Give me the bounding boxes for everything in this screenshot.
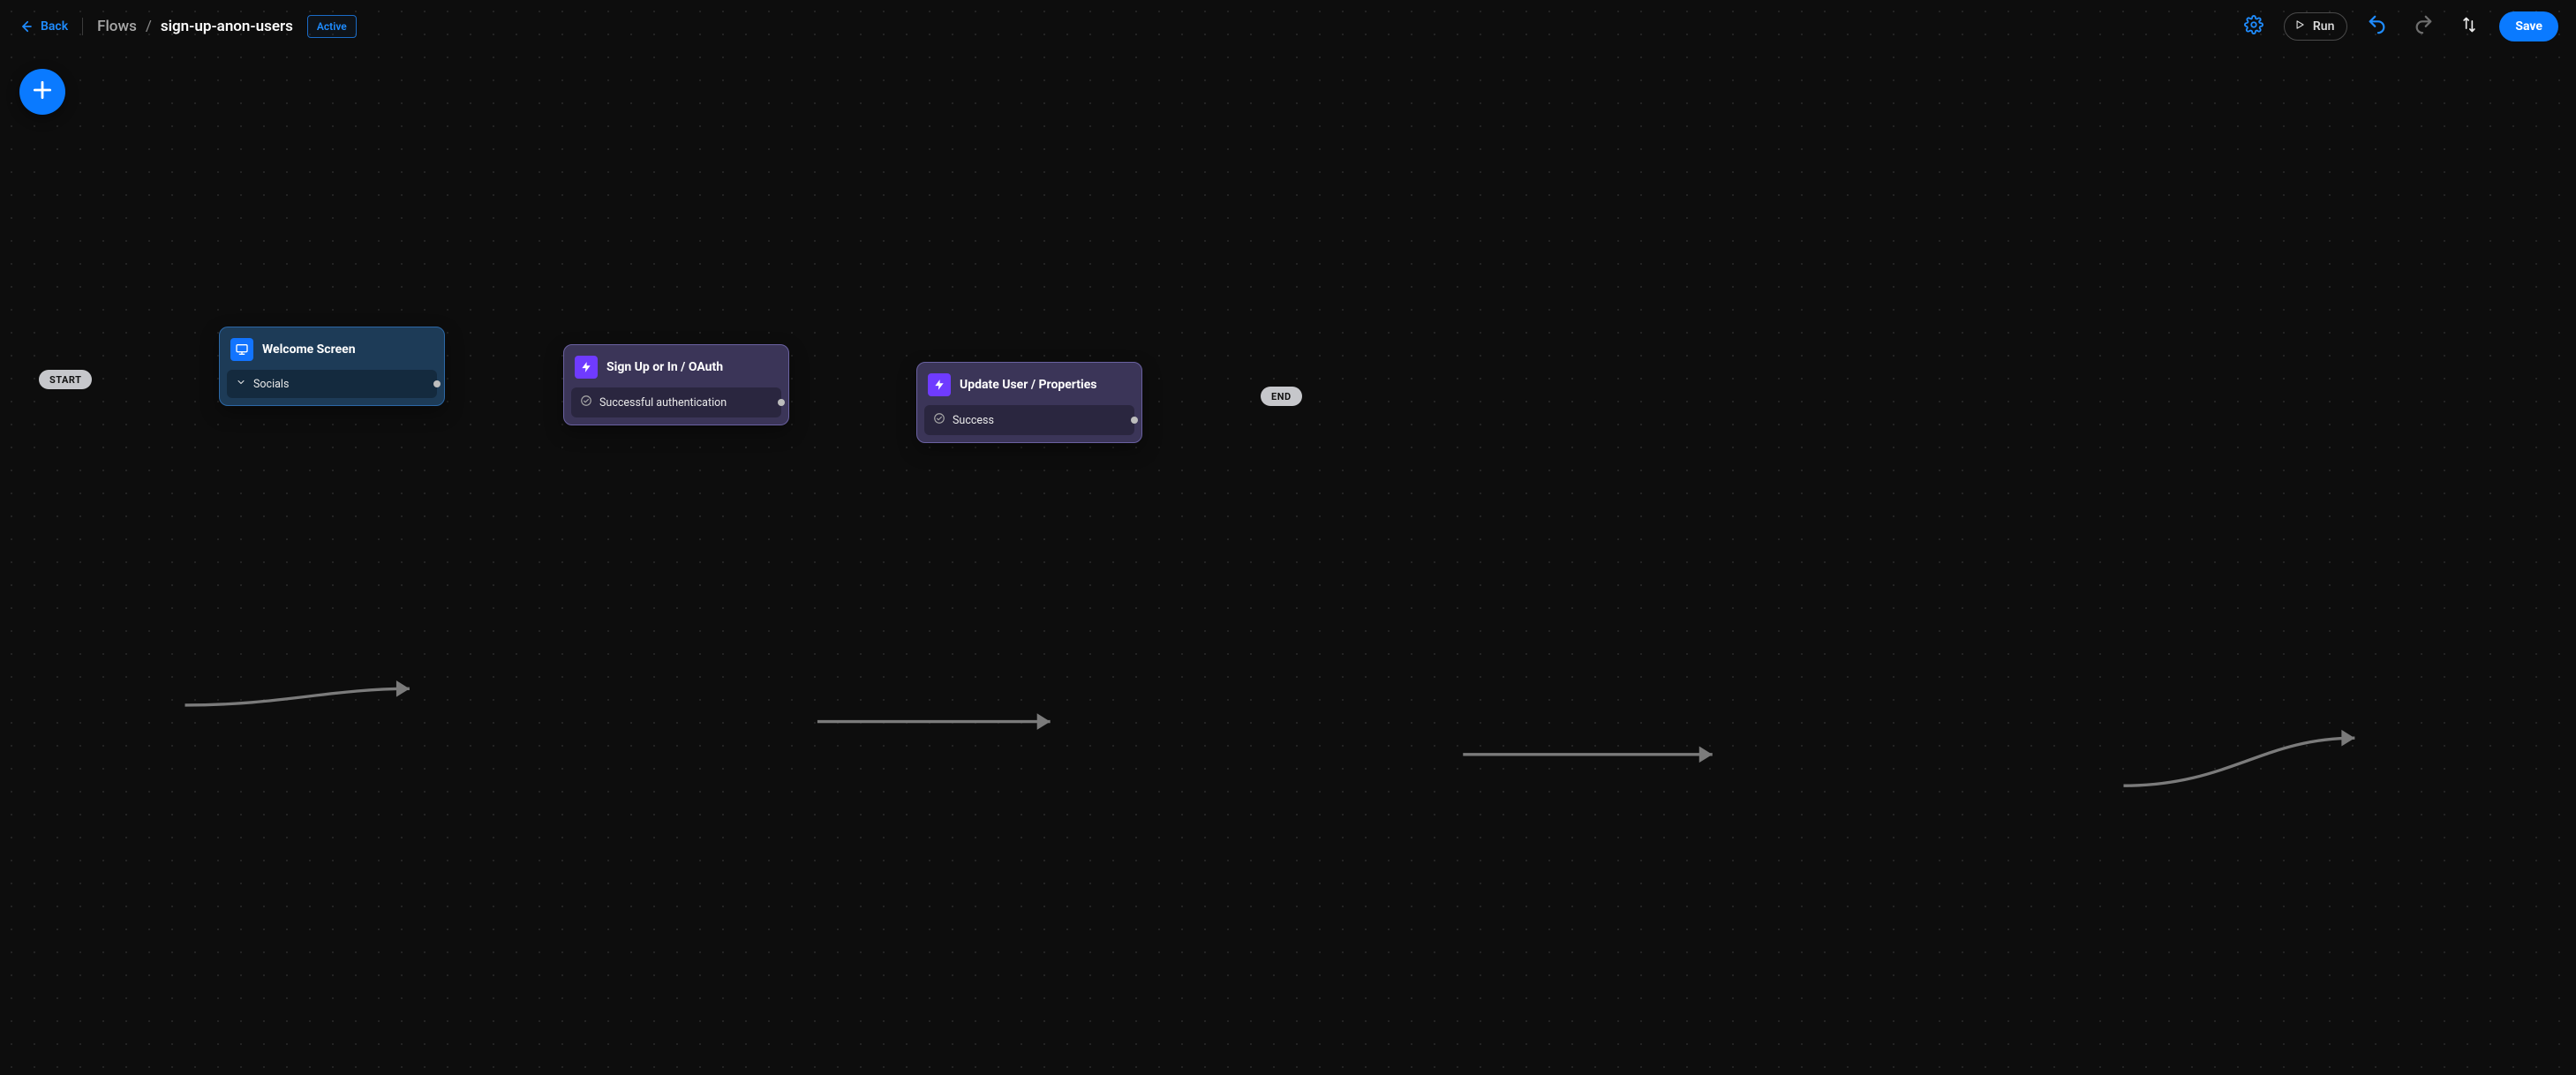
node-output-socials[interactable]: Socials [227,370,437,398]
lightning-icon [928,373,951,396]
flow-canvas[interactable]: START END Welcome Screen Socials Sign Up… [0,0,2576,1075]
row-label: Success [953,414,994,427]
node-output-success[interactable]: Success [924,405,1134,435]
node-welcome-screen[interactable]: Welcome Screen Socials [219,327,445,406]
node-signup-oauth[interactable]: Sign Up or In / OAuth Successful authent… [563,344,789,425]
edge-layer [0,0,2576,1075]
run-label: Run [2313,19,2335,34]
breadcrumb: Flows / sign-up-anon-users [97,18,293,35]
row-label: Socials [253,378,289,391]
add-node-button[interactable] [19,69,65,115]
node-title: Welcome Screen [262,342,356,357]
back-label: Back [41,19,68,34]
undo-button[interactable] [2361,11,2393,42]
save-button[interactable]: Save [2499,11,2558,41]
lightning-icon [575,356,598,379]
play-icon [2294,19,2306,34]
output-port[interactable] [778,399,785,406]
swap-orientation-button[interactable] [2453,11,2485,42]
redo-button[interactable] [2407,11,2439,42]
undo-icon [2368,15,2387,38]
end-node[interactable]: END [1261,387,1302,406]
redo-icon [2414,15,2433,38]
screen-icon [230,338,253,361]
back-button[interactable]: Back [18,19,68,34]
node-title: Update User / Properties [960,378,1096,392]
output-port[interactable] [433,380,441,387]
end-label: END [1271,391,1292,402]
node-output-success-auth[interactable]: Successful authentication [571,387,781,417]
start-label: START [49,374,81,386]
chevron-down-icon [236,377,246,391]
row-label: Successful authentication [599,396,727,410]
breadcrumb-root[interactable]: Flows [97,18,137,35]
node-update-user[interactable]: Update User / Properties Success [916,362,1142,443]
check-circle-icon [933,412,945,428]
check-circle-icon [580,395,592,410]
output-port[interactable] [1131,417,1138,424]
toolbar: Back Flows / sign-up-anon-users Active R… [0,0,2576,53]
gear-icon [2244,15,2263,38]
node-title: Sign Up or In / OAuth [606,360,723,374]
status-badge: Active [307,15,357,38]
breadcrumb-separator: / [146,18,152,35]
breadcrumb-current: sign-up-anon-users [161,18,293,35]
swap-vertical-icon [2460,16,2478,37]
divider [82,18,83,35]
start-node[interactable]: START [39,370,92,389]
save-label: Save [2515,19,2542,34]
arrow-left-icon [18,19,34,34]
plus-icon [31,79,54,105]
status-text: Active [317,20,347,33]
settings-button[interactable] [2238,11,2270,42]
run-button[interactable]: Run [2284,12,2348,41]
